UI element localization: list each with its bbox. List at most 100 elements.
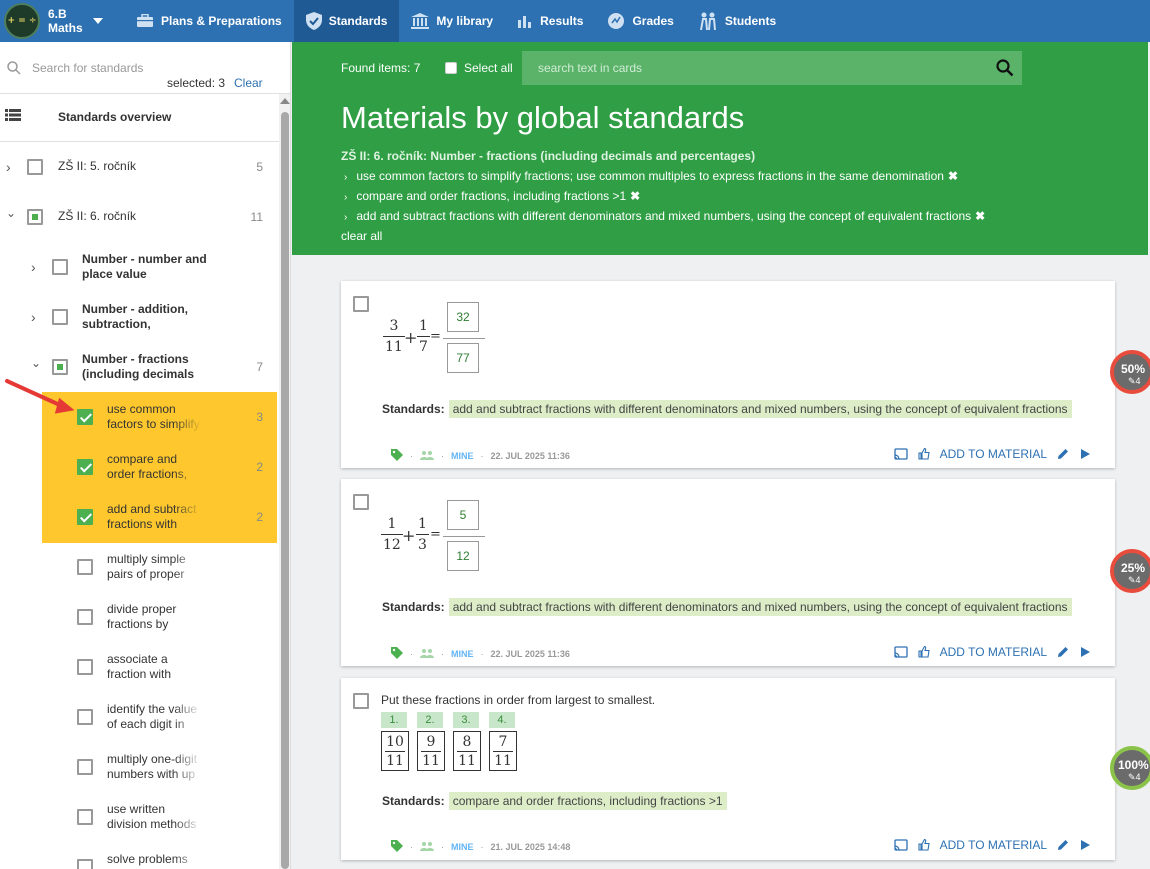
standards-overview-label: Standards overview [58, 110, 172, 124]
cast-icon[interactable] [893, 646, 908, 658]
group-icon [420, 648, 434, 660]
chevron-down-icon[interactable]: ⌄ [31, 356, 41, 370]
tree-item[interactable]: ⌄ ZŠ II: 6. ročník 11 [0, 192, 279, 242]
tree-item[interactable]: › ZŠ II: 5. ročník 5 [0, 142, 279, 192]
remove-filter-icon[interactable]: ✖ [630, 189, 640, 203]
separator-dot: · [480, 842, 484, 852]
tag-icon[interactable] [391, 840, 403, 854]
cast-icon[interactable] [893, 448, 908, 460]
cast-icon[interactable] [893, 839, 908, 851]
card-date: 22. JUL 2025 11:36 [490, 451, 570, 461]
answer-numerator-input[interactable]: 5 [447, 500, 479, 530]
numerator: 9 [426, 733, 436, 750]
tree-item-checkbox[interactable] [77, 709, 93, 725]
attempts-count: ✎4 [1128, 575, 1141, 585]
order-position-badge: 4. [489, 712, 515, 728]
denominator: 11 [386, 752, 404, 769]
material-card[interactable]: Put these fractions in order from larges… [341, 678, 1115, 860]
tree-item-checkbox[interactable] [77, 809, 93, 825]
thumb-up-icon[interactable] [918, 646, 930, 658]
tree-item[interactable]: add and subtract fractions with differen… [0, 492, 279, 542]
standards-search: Search for standards selected: 3 Clear [0, 42, 290, 94]
tree-item[interactable]: › Number - addition, subtraction, [0, 292, 279, 342]
tree-item-checkbox[interactable] [77, 609, 93, 625]
card-search-input[interactable]: search text in cards [522, 51, 1022, 85]
fraction-term: 13 [416, 516, 429, 553]
play-icon[interactable] [1079, 839, 1091, 851]
clear-selection-link[interactable]: Clear [234, 76, 263, 90]
chevron-right-icon[interactable]: › [6, 159, 11, 175]
draggable-fraction[interactable]: 9 11 [417, 731, 445, 771]
tree-item-checkbox[interactable] [52, 309, 68, 325]
add-to-material-button[interactable]: ADD TO MATERIAL [940, 838, 1047, 852]
nav-my-library[interactable]: My library [399, 0, 505, 42]
tree-item-checkbox[interactable] [27, 159, 43, 175]
tree-item-checkbox[interactable] [52, 359, 68, 375]
edit-pencil-icon[interactable] [1057, 839, 1069, 851]
chevron-right-icon[interactable]: › [31, 309, 36, 325]
tree-item[interactable]: multiply one-digit numbers with up to [0, 742, 279, 792]
card-checkbox[interactable] [353, 693, 369, 709]
search-icon[interactable] [996, 59, 1014, 80]
remove-filter-icon[interactable]: ✖ [975, 209, 985, 223]
scroll-up-arrow-icon[interactable] [280, 98, 290, 104]
answer-numerator-input[interactable]: 32 [447, 302, 479, 332]
add-to-material-button[interactable]: ADD TO MATERIAL [940, 645, 1047, 659]
tree-item[interactable]: identify the value of each digit in numb… [0, 692, 279, 742]
tree-item[interactable]: use written division methods in cases [0, 792, 279, 842]
chevron-down-icon[interactable]: ⌄ [6, 206, 16, 220]
nav-grades[interactable]: Grades [595, 0, 685, 42]
tag-icon[interactable] [391, 449, 403, 463]
card-checkbox[interactable] [353, 494, 369, 510]
remove-filter-icon[interactable]: ✖ [948, 169, 958, 183]
nav-results[interactable]: Results [505, 0, 595, 42]
edit-pencil-icon[interactable] [1057, 646, 1069, 658]
thumb-up-icon[interactable] [918, 448, 930, 460]
edit-pencil-icon[interactable] [1057, 448, 1069, 460]
fraction-bar [416, 534, 429, 535]
clear-all-link[interactable]: clear all [341, 229, 382, 243]
draggable-fraction[interactable]: 7 11 [489, 731, 517, 771]
tree-item[interactable]: compare and order fractions, including 2 [0, 442, 279, 492]
tree-item-label: identify the value of each digit in numb… [107, 702, 198, 731]
tree-item-checkbox[interactable] [27, 209, 43, 225]
tree-item[interactable]: multiply simple pairs of proper fraction… [0, 542, 279, 592]
nav-plans-preparations[interactable]: Plans & Preparations [124, 0, 294, 42]
tree-item-label: use common factors to simplify fractions [107, 402, 200, 431]
tree-item-checkbox[interactable] [77, 459, 93, 475]
select-all-box[interactable] [445, 62, 457, 74]
tree-item-checkbox[interactable] [77, 509, 93, 525]
nav-standards[interactable]: Standards [293, 0, 400, 42]
answer-denominator-input[interactable]: 12 [447, 541, 479, 571]
material-card[interactable]: 3 11 + 17 = 32 77 Standards: add and subtr… [341, 281, 1115, 468]
tree-item[interactable]: associate a fraction with division and [0, 642, 279, 692]
tree-item[interactable]: divide proper fractions by whole numbers [0, 592, 279, 642]
add-to-material-button[interactable]: ADD TO MATERIAL [940, 447, 1047, 461]
tree-item[interactable]: › Number - number and place value [0, 242, 279, 292]
card-checkbox[interactable] [353, 296, 369, 312]
tree-item-label: use written division methods in cases [107, 802, 197, 831]
tree-item-checkbox[interactable] [77, 559, 93, 575]
tree-item-checkbox[interactable] [52, 259, 68, 275]
standards-overview[interactable]: Standards overview [0, 94, 290, 142]
play-icon[interactable] [1079, 646, 1091, 658]
standards-search-input[interactable]: Search for standards [32, 61, 143, 75]
draggable-fraction[interactable]: 8 11 [453, 731, 481, 771]
tag-icon[interactable] [391, 647, 403, 661]
thumb-up-icon[interactable] [918, 839, 930, 851]
answer-denominator-input[interactable]: 77 [447, 343, 479, 373]
tree-item[interactable]: solve problems which [0, 842, 279, 869]
tree-item-checkbox[interactable] [77, 659, 93, 675]
material-card[interactable]: 1 12 + 13 = 5 12 Standards: add and subtra… [341, 479, 1115, 666]
card-search-placeholder: search text in cards [538, 61, 643, 75]
nav-students[interactable]: Students [686, 0, 788, 42]
class-selector[interactable]: + = ÷ 6.B Maths [0, 0, 124, 42]
chevron-right-icon[interactable]: › [31, 259, 36, 275]
draggable-fraction[interactable]: 10 11 [381, 731, 409, 771]
play-icon[interactable] [1079, 448, 1091, 460]
select-all-checkbox[interactable]: Select all [445, 61, 513, 75]
scrollbar-thumb[interactable] [281, 112, 289, 869]
tree-item-checkbox[interactable] [77, 859, 93, 869]
tree-item-checkbox[interactable] [77, 759, 93, 775]
success-rate-badge: 50% ✎4 [1110, 350, 1150, 394]
